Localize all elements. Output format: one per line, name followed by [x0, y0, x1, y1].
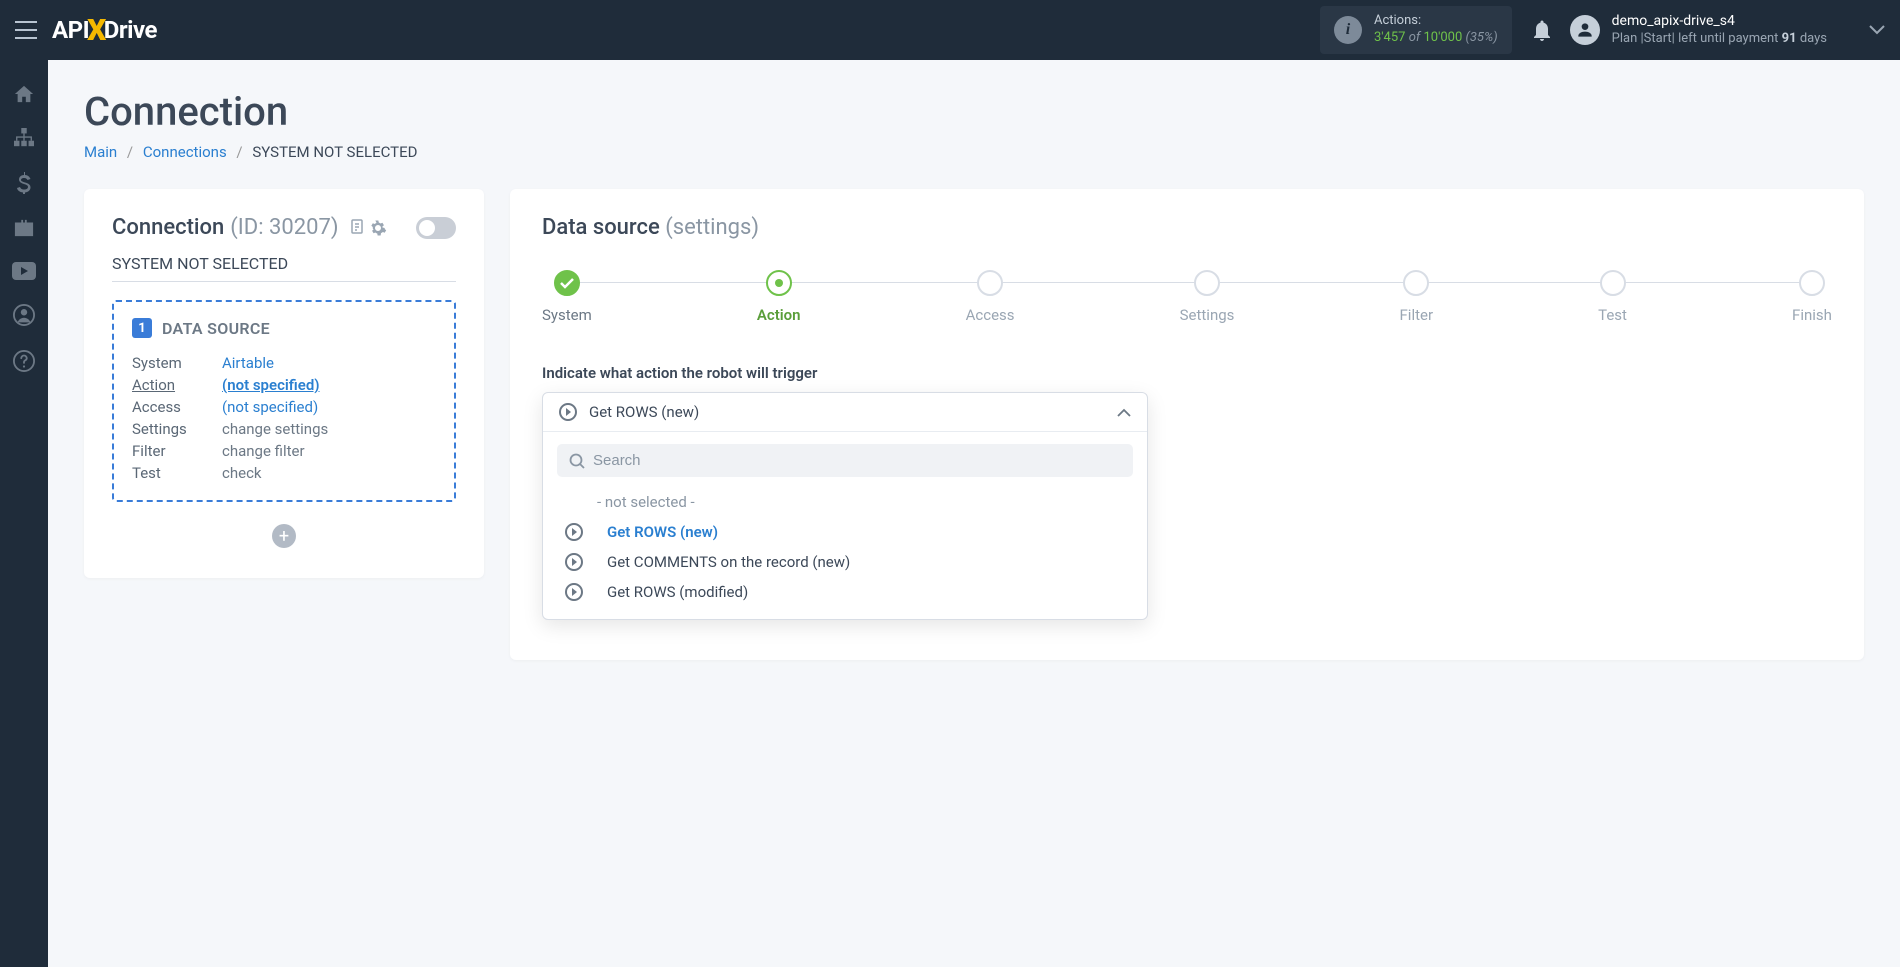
breadcrumb-main[interactable]: Main [84, 143, 117, 161]
step-settings[interactable]: Settings [1180, 270, 1235, 324]
row-test-value[interactable]: check [222, 464, 262, 482]
hamburger-icon[interactable] [15, 21, 37, 39]
row-access-label: Access [132, 396, 222, 418]
play-icon [565, 523, 583, 541]
play-icon [565, 553, 583, 571]
sidebar-briefcase-icon[interactable] [13, 218, 35, 238]
page-title: Connection [84, 88, 1864, 135]
sidebar-account-icon[interactable] [13, 304, 35, 326]
step-system[interactable]: System [542, 270, 592, 324]
row-system-label: System [132, 352, 222, 374]
step-action[interactable]: Action [757, 270, 801, 324]
row reservations-test-label: Test [132, 462, 222, 484]
option-get-comments[interactable]: Get COMMENTS on the record (new) [557, 547, 1133, 577]
step-test[interactable]: Test [1598, 270, 1627, 324]
connection-toggle[interactable] [416, 217, 456, 239]
actions-text: Actions: 3'457 of 10'000 (35%) [1374, 13, 1498, 47]
chevron-up-icon [1117, 408, 1131, 417]
gear-icon[interactable] [369, 219, 387, 237]
dropdown-trigger[interactable]: Get ROWS (new) [543, 393, 1147, 432]
user-text: demo_apix-drive_s4 Plan |Start| left unt… [1612, 12, 1827, 47]
option-get-rows-modified[interactable]: Get ROWS (modified) [557, 577, 1133, 607]
step-finish[interactable]: Finish [1792, 270, 1832, 324]
sidebar-connections-icon[interactable] [13, 128, 35, 148]
field-label: Indicate what action the robot will trig… [542, 364, 1832, 382]
search-icon [569, 453, 585, 469]
row-action-label: Action [132, 374, 222, 396]
main-content: Connection Main / Connections / SYSTEM N… [48, 60, 1900, 967]
search-box [557, 444, 1133, 477]
step-access[interactable]: Access [966, 270, 1015, 324]
row-access-value[interactable]: (not specified) [222, 398, 318, 416]
data-source-settings-card: Data source (settings) System Action [510, 189, 1864, 660]
option-none[interactable]: - not selected - [557, 487, 1133, 517]
user-avatar-icon [1570, 15, 1600, 45]
sidebar-help-icon[interactable] [13, 350, 35, 372]
action-dropdown: Get ROWS (new) - not selected - [542, 392, 1148, 620]
copy-icon[interactable] [349, 219, 365, 237]
row-settings-value[interactable]: change settings [222, 420, 328, 438]
bell-icon[interactable] [1532, 19, 1552, 41]
row-filter-label: Filter [132, 440, 222, 462]
breadcrumb-connections[interactable]: Connections [143, 143, 227, 161]
step-filter[interactable]: Filter [1400, 270, 1434, 324]
connection-card: Connection (ID: 30207) SYSTEM NOT SELECT… [84, 189, 484, 578]
row-filter-value[interactable]: change filter [222, 442, 305, 460]
search-input[interactable] [593, 452, 1121, 469]
user-menu[interactable]: demo_apix-drive_s4 Plan |Start| left unt… [1570, 12, 1885, 47]
right-title: Data source (settings) [542, 215, 1832, 240]
actions-box[interactable]: i Actions: 3'457 of 10'000 (35%) [1320, 6, 1512, 54]
data-source-number: 1 [132, 318, 152, 338]
add-button[interactable]: + [272, 524, 296, 548]
info-icon: i [1334, 16, 1362, 44]
row-settings-label: Settings [132, 418, 222, 440]
breadcrumb: Main / Connections / SYSTEM NOT SELECTED [84, 143, 1864, 161]
data-source-box: 1 DATA SOURCE System Airtable Action (no… [112, 300, 456, 502]
data-source-title: DATA SOURCE [162, 319, 270, 338]
connection-id: (ID: 30207) [230, 215, 338, 240]
system-not-selected: SYSTEM NOT SELECTED [112, 254, 456, 282]
breadcrumb-current: SYSTEM NOT SELECTED [252, 143, 417, 161]
topbar: APIXDrive i Actions: 3'457 of 10'000 (35… [0, 0, 1900, 60]
stepper: System Action Access Settings [542, 270, 1832, 324]
dropdown-body: - not selected - Get ROWS (new) Get COMM… [543, 432, 1147, 619]
sidebar-billing-icon[interactable] [17, 172, 31, 194]
sidebar-video-icon[interactable] [12, 262, 36, 280]
sidebar [0, 60, 48, 967]
row-action-value[interactable]: (not specified) [222, 376, 320, 394]
option-get-rows-new[interactable]: Get ROWS (new) [557, 517, 1133, 547]
play-icon [565, 583, 583, 601]
play-icon [559, 403, 577, 421]
connection-label: Connection [112, 215, 224, 240]
row-system-value[interactable]: Airtable [222, 354, 274, 372]
chevron-down-icon [1869, 25, 1885, 35]
logo[interactable]: APIXDrive [52, 13, 157, 48]
sidebar-home-icon[interactable] [13, 84, 35, 104]
